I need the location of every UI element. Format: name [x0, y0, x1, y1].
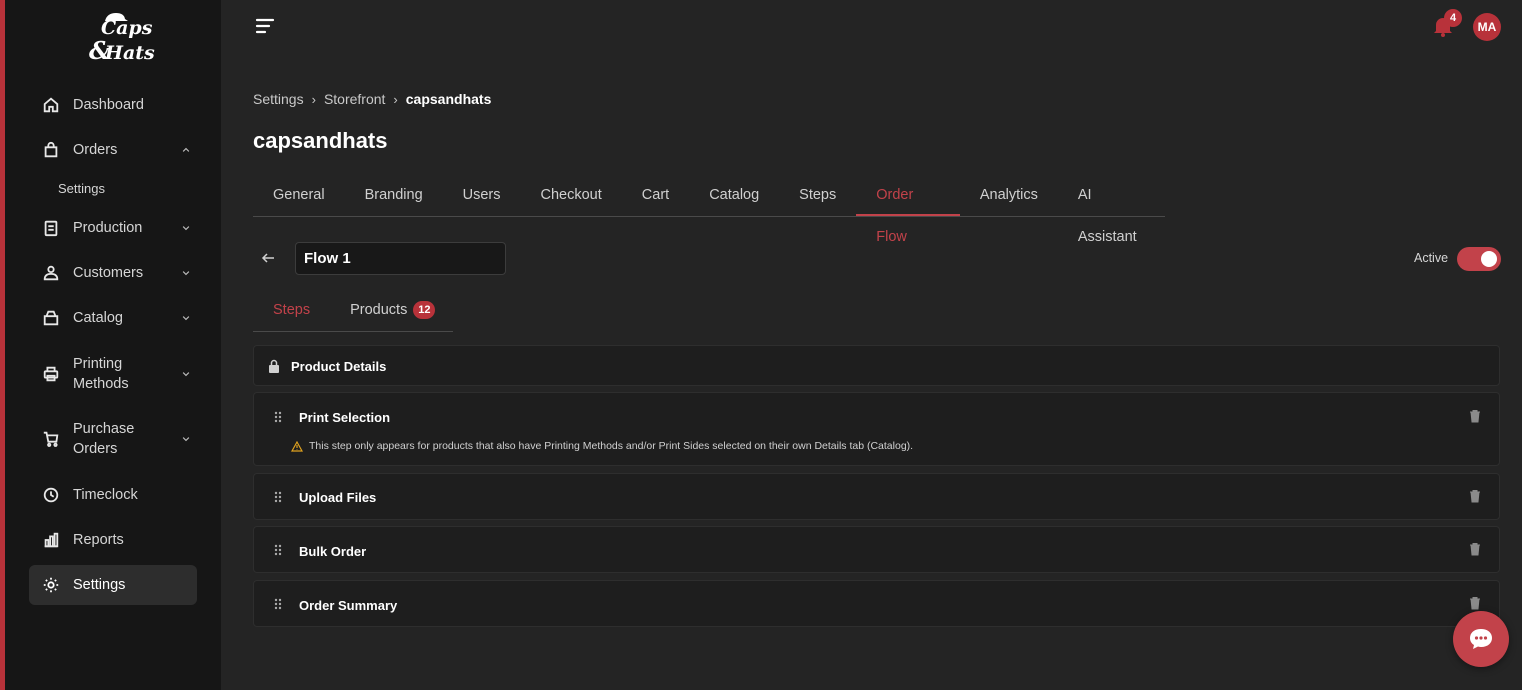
warning-icon [291, 440, 303, 452]
brand-logo[interactable]: Caps & Hats [87, 12, 155, 70]
tab-checkout[interactable]: Checkout [521, 174, 622, 216]
box-icon [41, 308, 61, 328]
home-icon [41, 95, 61, 115]
subtab-products[interactable]: Products 12 [350, 295, 436, 331]
tab-analytics[interactable]: Analytics [960, 174, 1058, 216]
drag-handle-icon[interactable] [274, 598, 282, 610]
drag-handle-icon[interactable] [274, 491, 282, 503]
sidebar-item-label: Customers [73, 265, 144, 281]
notification-badge: 4 [1444, 9, 1462, 27]
sidebar-item-reports[interactable]: Reports [29, 520, 197, 560]
clipboard-icon [41, 218, 61, 238]
sidebar-item-printing-methods[interactable]: Printing Methods [29, 353, 197, 395]
tab-users[interactable]: Users [443, 174, 521, 216]
chevron-down-icon [179, 221, 193, 235]
cart-icon [41, 429, 61, 449]
toggle-knob [1481, 251, 1497, 267]
sidebar-item-production[interactable]: Production [29, 208, 197, 248]
trash-icon[interactable] [1468, 596, 1482, 610]
step-card-upload-files[interactable]: Upload Files [253, 473, 1500, 520]
active-label: Active [1414, 251, 1449, 265]
tab-order-flow[interactable]: Order Flow [856, 174, 960, 245]
sidebar-item-orders[interactable]: Orders [29, 130, 197, 170]
sidebar-item-label: Production [73, 220, 143, 236]
sidebar-item-label: Printing Methods [73, 356, 129, 392]
sidebar-item-label: Reports [73, 532, 124, 548]
step-title: Order Summary [299, 598, 398, 613]
subtab-steps[interactable]: Steps [273, 295, 310, 331]
sidebar-item-label: Dashboard [73, 97, 144, 113]
trash-icon[interactable] [1468, 542, 1482, 556]
back-arrow-icon[interactable] [260, 250, 276, 266]
warning-text: This step only appears for products that… [309, 440, 914, 452]
gear-icon [41, 575, 61, 595]
sidebar-item-label: Purchase Orders [73, 421, 135, 457]
chevron-right-icon: › [393, 91, 398, 107]
users-icon [41, 263, 61, 283]
chevron-down-icon [179, 432, 193, 446]
sidebar-subitem-settings[interactable]: Settings [58, 181, 105, 196]
avatar[interactable]: MA [1473, 13, 1501, 41]
breadcrumb: Settings › Storefront › capsandhats [253, 91, 491, 107]
tab-branding[interactable]: Branding [345, 174, 443, 216]
trash-icon[interactable] [1468, 489, 1482, 503]
page-title: capsandhats [253, 128, 388, 153]
trash-icon[interactable] [1468, 409, 1482, 423]
printer-icon [41, 364, 61, 384]
products-count-badge: 12 [413, 301, 436, 319]
chat-button[interactable] [1453, 611, 1509, 667]
shopping-bag-icon [41, 140, 61, 160]
menu-icon[interactable] [255, 17, 275, 35]
step-warning: This step only appears for products that… [291, 440, 913, 452]
active-toggle[interactable] [1457, 247, 1501, 271]
sidebar-item-label: Orders [73, 142, 118, 158]
chevron-down-icon [179, 367, 193, 381]
sidebar-item-customers[interactable]: Customers [29, 253, 197, 293]
breadcrumb-item-storefront[interactable]: Storefront [324, 91, 385, 107]
tab-steps[interactable]: Steps [779, 174, 856, 216]
chevron-down-icon [179, 311, 193, 325]
chevron-right-icon: › [311, 91, 316, 107]
sidebar-item-label: Settings [73, 577, 126, 593]
sidebar: Caps & Hats Dashboard Orders Settings Pr… [5, 0, 221, 690]
step-title: Product Details [291, 359, 387, 374]
sidebar-item-catalog[interactable]: Catalog [29, 298, 197, 338]
step-title: Bulk Order [299, 544, 367, 559]
chevron-up-icon [179, 143, 193, 157]
drag-handle-icon[interactable] [274, 544, 282, 556]
flow-subtabs: Steps Products 12 [253, 295, 453, 332]
logo-text-hats: Hats [105, 42, 155, 64]
subtab-products-label: Products [350, 302, 408, 318]
tab-general[interactable]: General [253, 174, 345, 216]
tab-cart[interactable]: Cart [622, 174, 689, 216]
step-card-order-summary[interactable]: Order Summary [253, 580, 1500, 627]
step-title: Print Selection [299, 410, 391, 425]
clock-icon [41, 485, 61, 505]
lock-icon [269, 359, 279, 373]
flow-name-input[interactable] [295, 242, 506, 275]
drag-handle-icon[interactable] [274, 411, 282, 423]
step-title: Upload Files [299, 490, 377, 505]
tab-catalog[interactable]: Catalog [689, 174, 779, 216]
bar-chart-icon [41, 530, 61, 550]
sidebar-item-label: Catalog [73, 310, 123, 326]
breadcrumb-item-current: capsandhats [405, 91, 492, 107]
step-card-product-details: Product Details [253, 345, 1500, 386]
step-card-bulk-order[interactable]: Bulk Order [253, 526, 1500, 573]
settings-tabs: General Branding Users Checkout Cart Cat… [253, 174, 1165, 245]
breadcrumb-item-settings[interactable]: Settings [253, 91, 304, 107]
sidebar-item-purchase-orders[interactable]: Purchase Orders [29, 418, 197, 460]
sidebar-item-timeclock[interactable]: Timeclock [29, 475, 197, 515]
chat-bubble-icon [1470, 629, 1492, 649]
chevron-down-icon [179, 266, 193, 280]
tab-ai-assistant[interactable]: AI Assistant [1058, 174, 1165, 245]
sidebar-item-settings[interactable]: Settings [29, 565, 197, 605]
sidebar-item-label: Timeclock [73, 487, 138, 503]
sidebar-item-dashboard[interactable]: Dashboard [29, 85, 197, 125]
logo-text-caps: Caps [101, 17, 153, 39]
step-card-print-selection[interactable]: Print Selection This step only appears f… [253, 392, 1500, 466]
